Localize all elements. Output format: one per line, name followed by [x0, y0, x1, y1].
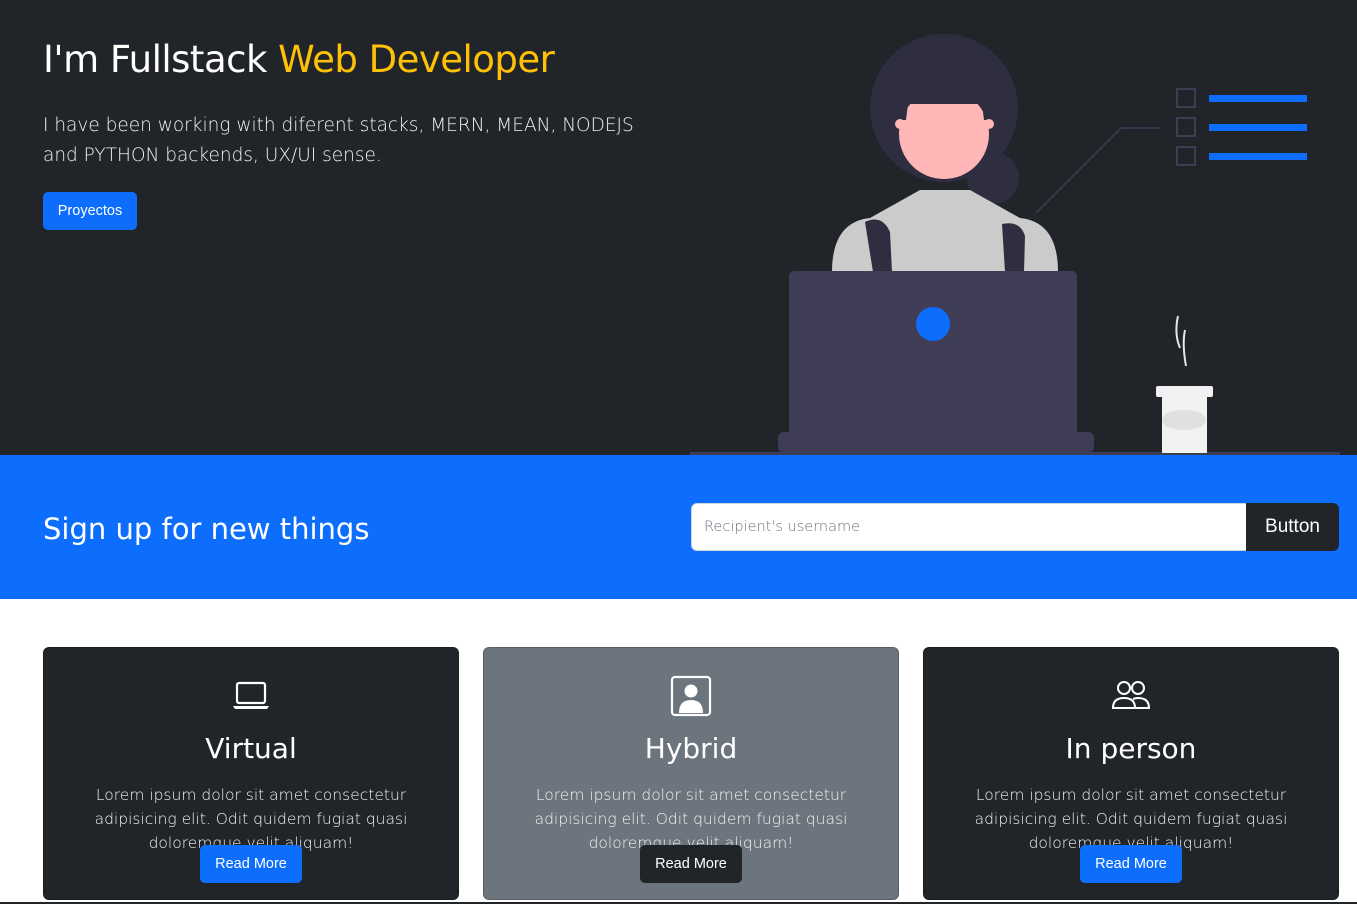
hero-lead: I have been working with diferent stacks…	[43, 115, 634, 166]
people-icon	[1111, 681, 1151, 709]
hero-title: I'm Fullstack Web Developer	[43, 38, 555, 81]
signup-title: Sign up for new things	[43, 512, 370, 546]
coffee-cup-graphic	[1156, 315, 1213, 453]
read-more-button[interactable]: Read More	[1080, 845, 1182, 883]
card-title: Virtual	[205, 732, 297, 765]
card-virtual: Virtual Lorem ipsum dolor sit amet conse…	[43, 647, 459, 900]
card-title: Hybrid	[644, 732, 738, 765]
card-title: In person	[1065, 732, 1197, 765]
proyectos-button[interactable]: Proyectos	[43, 192, 137, 230]
read-more-button[interactable]: Read More	[200, 845, 302, 883]
read-more-button[interactable]: Read More	[640, 845, 742, 883]
username-input[interactable]	[691, 503, 1247, 551]
card-hybrid: Hybrid Lorem ipsum dolor sit amet consec…	[483, 647, 899, 900]
hero-title-prefix: I'm Fullstack	[43, 38, 279, 81]
checklist-graphic	[1035, 88, 1307, 214]
page-bottom-divider	[0, 902, 1357, 904]
hero-section: I'm Fullstack Web Developer I have been …	[0, 0, 1357, 455]
card-in-person: In person Lorem ipsum dolor sit amet con…	[923, 647, 1339, 900]
person-square-icon	[670, 675, 712, 717]
developer-illustration	[690, 34, 1340, 455]
hero-title-accent: Web Developer	[278, 38, 555, 81]
laptop-icon	[233, 681, 269, 709]
signup-button[interactable]: Button	[1246, 503, 1339, 551]
